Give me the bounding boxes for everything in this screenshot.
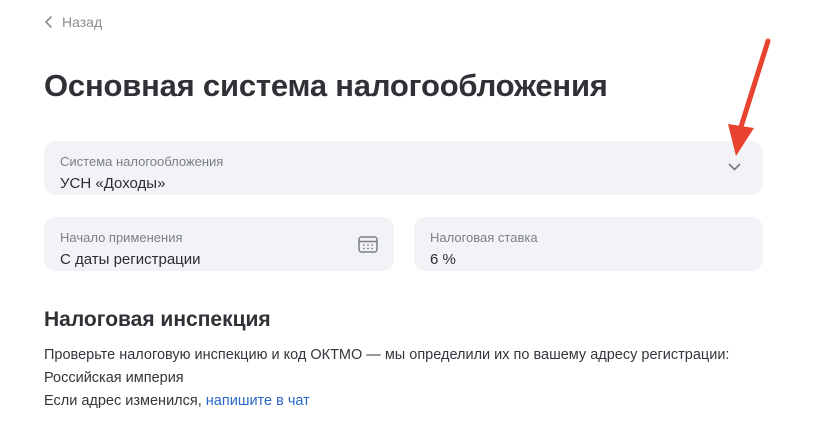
address-change-prefix: Если адрес изменился, <box>44 393 206 409</box>
start-date-value: С даты регистрации <box>60 251 201 268</box>
tax-rate-label: Налоговая ставка <box>430 230 538 245</box>
inspection-description: Проверьте налоговую инспекцию и код ОКТМ… <box>44 347 730 363</box>
inspection-address: Российская империя <box>44 370 184 386</box>
page-title: Основная система налогообложения <box>44 68 608 103</box>
tax-system-label: Система налогообложения <box>60 154 224 169</box>
write-to-chat-link[interactable]: напишите в чат <box>206 393 310 409</box>
chevron-left-icon <box>45 16 52 28</box>
tax-system-value: УСН «Доходы» <box>60 175 166 192</box>
page: Назад Основная система налогообложения С… <box>0 0 832 423</box>
tax-system-select[interactable]: Система налогообложения УСН «Доходы» <box>44 141 763 195</box>
tax-rate-field[interactable]: Налоговая ставка 6 % <box>414 217 763 271</box>
inspection-title: Налоговая инспекция <box>44 308 271 331</box>
address-change-note: Если адрес изменился, напишите в чат <box>44 393 310 409</box>
start-date-field[interactable]: Начало применения С даты регистрации <box>44 217 394 271</box>
chevron-down-icon[interactable] <box>728 163 741 172</box>
back-link[interactable]: Назад <box>44 14 102 30</box>
back-label: Назад <box>62 14 103 30</box>
tax-rate-value: 6 % <box>430 251 456 268</box>
start-date-label: Начало применения <box>60 230 183 245</box>
annotation-arrow <box>728 38 771 156</box>
calendar-icon[interactable] <box>358 235 378 253</box>
